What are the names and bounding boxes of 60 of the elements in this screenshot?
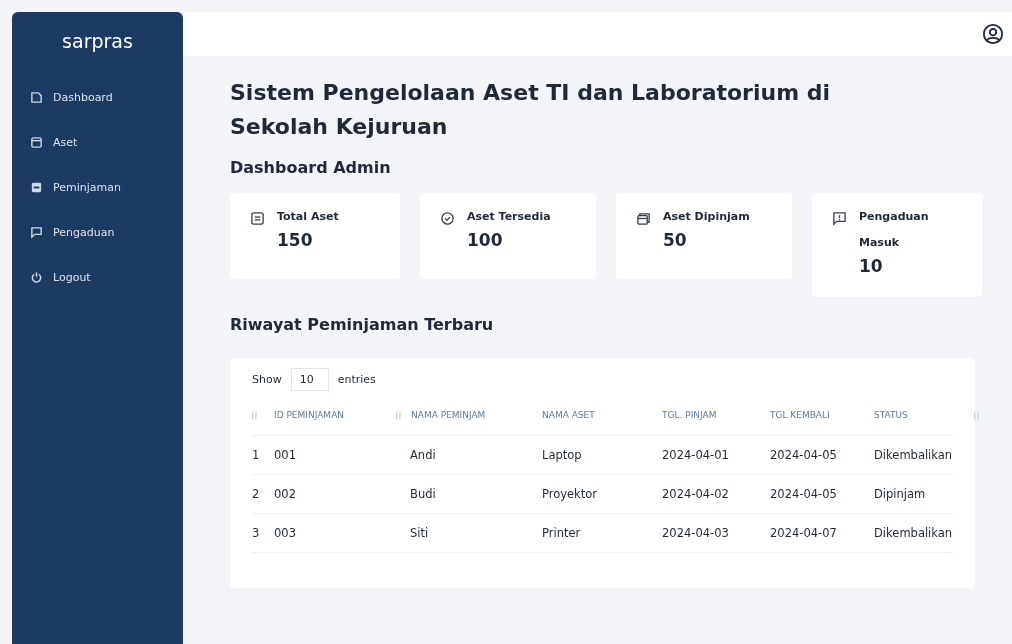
sidebar-item[interactable]: Logout: [12, 266, 183, 288]
sidebar-item[interactable]: Pengaduan: [12, 221, 183, 243]
entries-label: entries: [337, 373, 376, 386]
table-cell: Dikembalikan: [874, 448, 953, 462]
table-cell: 002: [274, 487, 296, 501]
stack-icon: [636, 211, 651, 226]
sidebar-item[interactable]: Aset: [12, 131, 183, 153]
table-cell: 2024-04-05: [770, 448, 837, 462]
column-header[interactable]: TGL KEMBALI: [770, 410, 830, 420]
power-icon: [30, 270, 43, 284]
check-circle-icon: [440, 211, 455, 226]
page-size-select[interactable]: 10: [290, 368, 329, 391]
sort-icon[interactable]: [252, 410, 257, 420]
stat-value: 50: [663, 230, 688, 250]
stat-value: 10: [859, 256, 884, 276]
table-cell: Andi: [410, 448, 436, 462]
show-label: Show: [252, 373, 282, 386]
document-icon: [250, 211, 265, 226]
table-cell: 001: [274, 448, 296, 462]
table-cell: 2024-04-03: [662, 526, 729, 540]
sort-icon[interactable]: [396, 410, 401, 420]
column-header[interactable]: STATUS: [874, 410, 908, 420]
message-alert-icon: [832, 211, 847, 226]
user-icon[interactable]: [982, 23, 1004, 45]
table-cell: Proyektor: [542, 487, 598, 501]
table-cell: Budi: [410, 487, 436, 501]
stat-label: Aset Dipinjam: [663, 209, 750, 225]
table-cell: Dipinjam: [874, 487, 926, 501]
sidebar-item[interactable]: Peminjaman: [12, 176, 183, 198]
table-cell: 3: [252, 526, 260, 540]
table-cell: Printer: [542, 526, 581, 540]
table-cell: 2024-04-05: [770, 487, 837, 501]
table-cell: 003: [274, 526, 296, 540]
tray-icon: [30, 180, 43, 194]
column-header[interactable]: ID PEMINJAMAN: [274, 410, 345, 420]
table-cell: Dikembalikan: [874, 526, 953, 540]
chat-icon: [30, 225, 43, 239]
box-icon: [30, 135, 43, 149]
stat-label: Total Aset: [277, 209, 339, 225]
stat-value: 100: [467, 230, 504, 250]
section-title: Dashboard Admin: [230, 158, 392, 177]
table-cell: 1: [252, 448, 260, 462]
page-title: Sistem Pengelolaan Aset TI dan Laboratorium di Sekolah Kejuruan: [230, 79, 832, 141]
table-cell: Siti: [410, 526, 429, 540]
column-header[interactable]: TGL. PINJAM: [662, 410, 717, 420]
table-cell: Laptop: [542, 448, 582, 462]
table-cell: 2: [252, 487, 260, 501]
document-icon: [30, 90, 43, 104]
stat-value: 150: [277, 230, 314, 250]
sort-icon[interactable]: [974, 410, 979, 420]
brand-logo: sarpras: [61, 30, 134, 52]
stat-label: Pengaduan Masuk: [859, 209, 930, 251]
column-header[interactable]: NAMA PEMINJAM: [411, 410, 486, 420]
sidebar-item[interactable]: Dashboard: [12, 86, 183, 108]
table-cell: 2024-04-01: [662, 448, 729, 462]
table-cell: 2024-04-02: [662, 487, 729, 501]
column-header[interactable]: NAMA ASET: [542, 410, 595, 420]
stat-label: Aset Tersedia: [467, 209, 551, 225]
section-title: Riwayat Peminjaman Terbaru: [230, 315, 495, 334]
table-cell: 2024-04-07: [770, 526, 837, 540]
